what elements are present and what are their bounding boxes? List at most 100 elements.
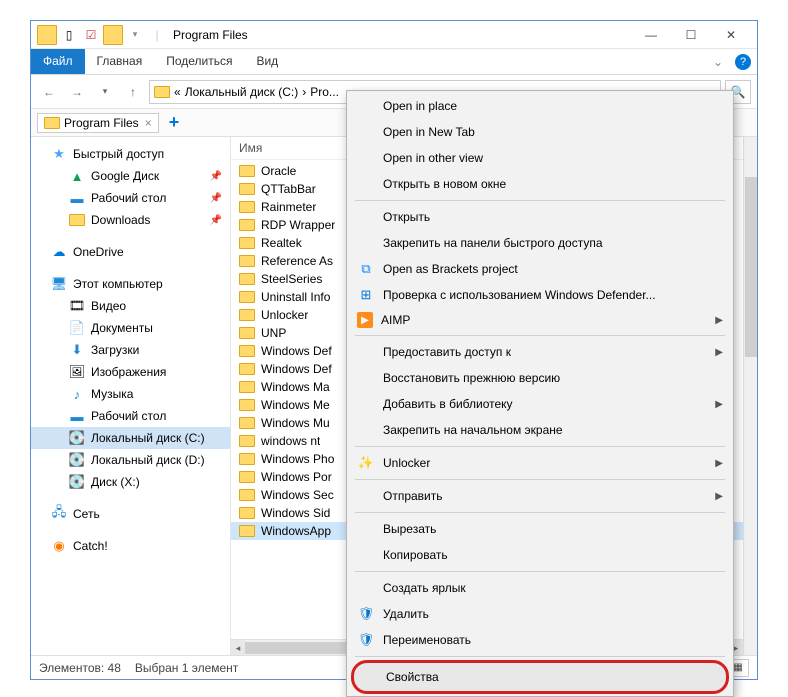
file-name: Rainmeter xyxy=(261,200,316,214)
nav-this-pc[interactable]: 🖥Этот компьютер xyxy=(31,273,230,295)
close-tab-icon[interactable]: × xyxy=(145,116,152,130)
scroll-left-arrow[interactable]: ◂ xyxy=(231,640,245,655)
video-icon: 🎞 xyxy=(69,298,85,314)
shield-icon: 🛡 xyxy=(357,631,375,649)
shield-icon: 🛡 xyxy=(357,605,375,623)
folder-icon xyxy=(239,309,255,321)
menu-open-new-window[interactable]: Открыть в новом окне xyxy=(349,171,731,197)
menu-add-library[interactable]: Добавить в библиотеку▶ xyxy=(349,391,731,417)
nav-quick-access[interactable]: ★Быстрый доступ xyxy=(31,143,230,165)
file-name: Unlocker xyxy=(261,308,308,322)
folder-icon xyxy=(239,435,255,447)
menu-rename[interactable]: 🛡Переименовать xyxy=(349,627,731,653)
menu-open-in-place[interactable]: Open in place xyxy=(349,93,731,119)
history-dropdown[interactable]: ▾ xyxy=(93,80,117,104)
folder-icon xyxy=(239,471,255,483)
maximize-button[interactable]: ☐ xyxy=(671,21,711,49)
qat-checkbox-icon[interactable]: ☑ xyxy=(81,25,101,45)
menu-unlocker[interactable]: ✨Unlocker▶ xyxy=(349,450,731,476)
file-name: RDP Wrapper xyxy=(261,218,335,232)
breadcrumb-disk[interactable]: Локальный диск (C:) xyxy=(185,85,299,99)
desktop-icon: ▬ xyxy=(69,408,85,424)
menu-separator xyxy=(355,335,725,336)
folder-icon xyxy=(239,525,255,537)
minimize-button[interactable]: — xyxy=(631,21,671,49)
page-tab[interactable]: Program Files × xyxy=(37,113,159,133)
folder-icon xyxy=(239,291,255,303)
menu-open-other-view[interactable]: Open in other view xyxy=(349,145,731,171)
menu-cut[interactable]: Вырезать xyxy=(349,516,731,542)
pin-icon: 📌 xyxy=(210,193,222,204)
submenu-arrow-icon: ▶ xyxy=(715,399,723,410)
menu-grant-access[interactable]: Предоставить доступ к▶ xyxy=(349,339,731,365)
forward-button[interactable]: → xyxy=(65,80,89,104)
menu-separator xyxy=(355,479,725,480)
nav-documents[interactable]: 📄Документы xyxy=(31,317,230,339)
menu-restore[interactable]: Восстановить прежнюю версию xyxy=(349,365,731,391)
nav-onedrive[interactable]: ☁OneDrive xyxy=(31,241,230,263)
nav-network[interactable]: 🖧Сеть xyxy=(31,503,230,525)
menu-send-to[interactable]: Отправить▶ xyxy=(349,483,731,509)
nav-pictures[interactable]: 🖼Изображения xyxy=(31,361,230,383)
tab-view[interactable]: Вид xyxy=(244,49,290,74)
nav-google-drive[interactable]: ▲Google Диск📌 xyxy=(31,165,230,187)
menu-delete[interactable]: 🛡Удалить xyxy=(349,601,731,627)
help-button[interactable]: ? xyxy=(729,49,757,74)
nav-disk-d[interactable]: 💽Локальный диск (D:) xyxy=(31,449,230,471)
menu-defender[interactable]: ⊞Проверка с использованием Windows Defen… xyxy=(349,282,731,308)
menu-separator xyxy=(355,512,725,513)
menu-pin-start[interactable]: Закрепить на начальном экране xyxy=(349,417,731,443)
scroll-thumb[interactable] xyxy=(745,177,757,357)
catch-icon: ◉ xyxy=(51,538,67,554)
chevron-down-icon[interactable]: ⌄ xyxy=(707,49,729,74)
star-icon: ★ xyxy=(51,146,67,162)
folder-icon xyxy=(154,86,170,98)
menu-brackets[interactable]: ⧉Open as Brackets project xyxy=(349,256,731,282)
nav-desktop2[interactable]: ▬Рабочий стол xyxy=(31,405,230,427)
nav-disk-x[interactable]: 💽Диск (X:) xyxy=(31,471,230,493)
tab-file[interactable]: Файл xyxy=(31,49,85,74)
nav-desktop[interactable]: ▬Рабочий стол📌 xyxy=(31,187,230,209)
tab-home[interactable]: Главная xyxy=(85,49,155,74)
nav-music[interactable]: ♪Музыка xyxy=(31,383,230,405)
breadcrumb-folder[interactable]: Pro... xyxy=(310,85,339,99)
breadcrumb-arrow[interactable]: › xyxy=(302,85,306,99)
file-name: SteelSeries xyxy=(261,272,322,286)
file-name: windows nt xyxy=(261,434,320,448)
file-name: Windows Sec xyxy=(261,488,334,502)
nav-catch[interactable]: ◉Catch! xyxy=(31,535,230,557)
folder-icon xyxy=(239,255,255,267)
nav-downloads[interactable]: Downloads📌 xyxy=(31,209,230,231)
folder-icon xyxy=(239,273,255,285)
file-name: Windows Ma xyxy=(261,380,330,394)
vertical-scrollbar[interactable] xyxy=(743,137,757,655)
menu-separator xyxy=(355,656,725,657)
nav-video[interactable]: 🎞Видео xyxy=(31,295,230,317)
back-button[interactable]: ← xyxy=(37,80,61,104)
status-selected: Выбран 1 элемент xyxy=(135,661,238,675)
menu-open[interactable]: Открыть xyxy=(349,204,731,230)
menu-properties[interactable]: Свойства xyxy=(351,660,729,694)
nav-downloads2[interactable]: ⬇Загрузки xyxy=(31,339,230,361)
desktop-icon: ▬ xyxy=(69,190,85,206)
file-name: UNP xyxy=(261,326,286,340)
menu-copy[interactable]: Копировать xyxy=(349,542,731,568)
menu-separator xyxy=(355,446,725,447)
documents-icon: 📄 xyxy=(69,320,85,336)
menu-create-shortcut[interactable]: Создать ярлык xyxy=(349,575,731,601)
brackets-icon: ⧉ xyxy=(357,260,375,278)
nav-disk-c[interactable]: 💽Локальный диск (C:) xyxy=(31,427,230,449)
menu-pin-quick[interactable]: Закрепить на панели быстрого доступа xyxy=(349,230,731,256)
submenu-arrow-icon: ▶ xyxy=(715,315,723,326)
up-button[interactable]: ↑ xyxy=(121,80,145,104)
close-button[interactable]: ✕ xyxy=(711,21,751,49)
qat-button[interactable]: ▯ xyxy=(59,25,79,45)
add-tab-button[interactable]: + xyxy=(163,112,186,133)
menu-aimp[interactable]: ▶AIMP▶ xyxy=(349,308,731,332)
status-count: Элементов: 48 xyxy=(39,661,121,675)
qat-dropdown-icon[interactable]: ▾ xyxy=(125,25,145,45)
disk-icon: 💽 xyxy=(69,430,85,446)
menu-open-new-tab[interactable]: Open in New Tab xyxy=(349,119,731,145)
file-name: Windows Mu xyxy=(261,416,330,430)
tab-share[interactable]: Поделиться xyxy=(154,49,244,74)
